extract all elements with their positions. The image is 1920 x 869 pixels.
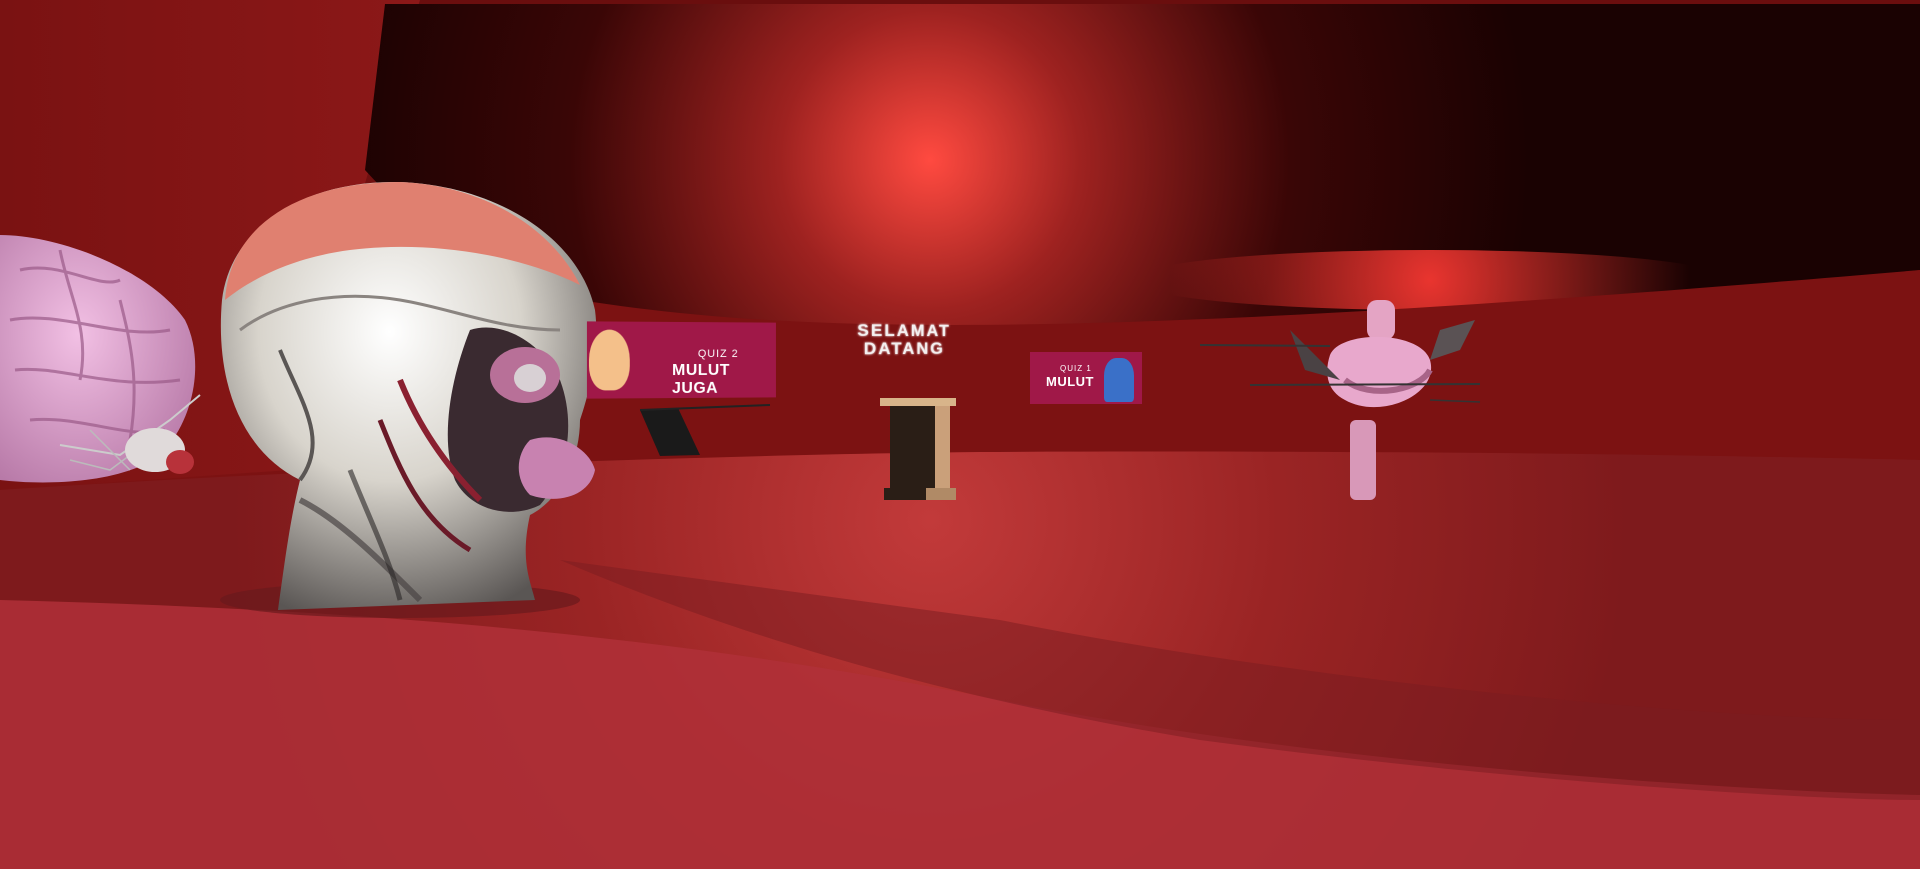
quiz-board-2: QUIZ 2 MULUT JUGA [586, 321, 776, 399]
quiz-board-1-label: QUIZ 1 [1060, 364, 1092, 373]
quiz-board-2-title: MULUT JUGA [672, 361, 730, 398]
welcome-sign: SELAMAT DATANG [823, 320, 981, 359]
cartoon-character-icon [588, 329, 630, 391]
scene-background [0, 0, 1920, 869]
quiz-board-1: QUIZ 1 MULUT [1030, 352, 1142, 404]
cartoon-character-icon [1104, 358, 1134, 402]
quiz-board-2-label: QUIZ 2 [697, 348, 739, 360]
game-viewport[interactable]: QUIZ 2 MULUT JUGA SELAMAT DATANG QUIZ 1 … [0, 0, 1920, 869]
quiz-board-1-title: MULUT [1046, 374, 1094, 389]
welcome-line-2: DATANG [863, 338, 945, 359]
welcome-line-1: SELAMAT [857, 320, 951, 340]
pedestal [880, 398, 956, 500]
